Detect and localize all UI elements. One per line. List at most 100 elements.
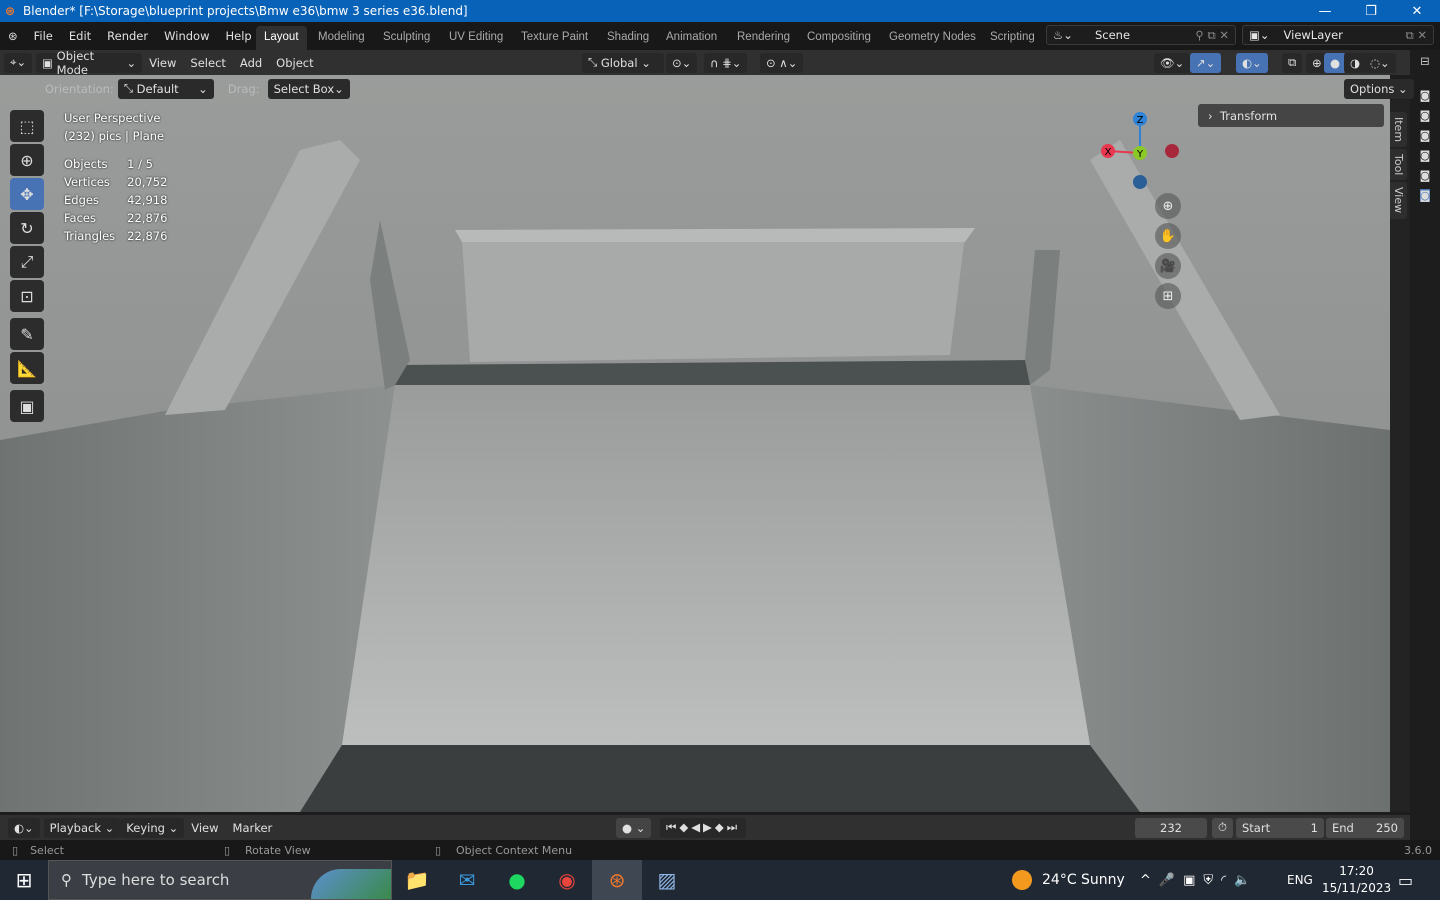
render-icons[interactable]: ◙ ◙ ◙ ◙ ◙ ◙ <box>1410 86 1440 206</box>
menu-marker[interactable]: Marker <box>226 821 280 835</box>
drag-label: Drag: <box>227 81 260 96</box>
xray-toggle-button[interactable]: ⧉ <box>1282 52 1303 73</box>
start-frame-field[interactable]: Start 1 <box>1236 817 1324 838</box>
pan-view-icon[interactable]: ✋ <box>1155 223 1181 249</box>
menu-select[interactable]: Select <box>183 56 232 70</box>
tab-geometry-nodes[interactable]: Geometry Nodes <box>889 29 976 45</box>
add-cube-tool-icon[interactable]: ▣ <box>10 390 44 422</box>
system-tray-icons[interactable]: ^🎤▣⛨◜🔈 <box>1140 873 1258 888</box>
chrome-icon[interactable]: ◉ <box>542 860 592 900</box>
blender-taskbar-icon[interactable]: ⊛ <box>592 860 642 900</box>
tab-uv-editing[interactable]: UV Editing <box>449 29 503 45</box>
tab-rendering[interactable]: Rendering <box>737 29 790 45</box>
pin-icon[interactable]: ⚲ ⧉ ✕ <box>1195 28 1229 43</box>
visibility-button[interactable]: 👁⌄ <box>1154 52 1191 73</box>
menu-edit[interactable]: Edit <box>61 29 99 43</box>
mode-selector[interactable]: ▣ Object Mode ⌄ <box>36 49 143 77</box>
view-layer-selector[interactable]: ▣⌄ ViewLayer ⧉ ✕ <box>1242 25 1434 45</box>
current-frame-field[interactable]: 232 <box>1135 817 1207 838</box>
menu-file[interactable]: File <box>26 29 61 43</box>
outliner-icon[interactable]: ⊟ <box>1410 54 1440 68</box>
minimize-button[interactable]: — <box>1302 0 1348 22</box>
tab-texture-paint[interactable]: Texture Paint <box>521 29 588 45</box>
sidebar-tabs: Item Tool View <box>1390 100 1410 812</box>
drag-dropdown[interactable]: Select Box ⌄ <box>267 78 350 99</box>
options-label: Options <box>1350 81 1395 96</box>
menu-keying[interactable]: Keying ⌄ <box>120 817 185 838</box>
clock[interactable]: 17:20 15/11/2023 <box>1322 863 1391 897</box>
scene-selector[interactable]: ♨⌄ Scene ⚲ ⧉ ✕ <box>1046 25 1236 45</box>
paint-app-icon[interactable]: ▨ <box>642 860 692 900</box>
blender-menu-icon[interactable]: ⊛ <box>0 29 26 43</box>
stat-label: Edges <box>64 193 99 207</box>
shading-material-button[interactable]: ◑ <box>1344 52 1367 73</box>
restore-button[interactable]: ❐ <box>1348 0 1394 22</box>
version-label: 3.6.0 <box>1404 843 1432 857</box>
spotify-icon[interactable]: ● <box>492 860 542 900</box>
taskbar-search-box[interactable]: ⚲ Type here to search <box>48 860 392 900</box>
transform-panel-title: Transform <box>1219 108 1278 123</box>
end-frame-field[interactable]: End 250 <box>1326 817 1404 838</box>
menu-object[interactable]: Object <box>269 56 320 70</box>
stat-label: Objects <box>64 157 108 171</box>
windows-start-icon[interactable]: ⊞ <box>0 860 48 900</box>
menu-add[interactable]: Add <box>233 56 269 70</box>
transform-tool-icon[interactable]: ⊡ <box>10 280 44 312</box>
zoom-view-icon[interactable]: ⊕ <box>1155 193 1181 219</box>
tab-modeling[interactable]: Modeling <box>318 29 365 45</box>
menu-timeline-view[interactable]: View <box>184 821 225 835</box>
scene-name: Scene <box>1094 28 1131 42</box>
tab-sculpting[interactable]: Sculpting <box>383 29 430 45</box>
gizmo-toggle-button[interactable]: ↗⌄ <box>1190 52 1222 73</box>
move-tool-icon[interactable]: ✥ <box>10 178 44 210</box>
menu-render[interactable]: Render <box>99 29 156 43</box>
language-indicator[interactable]: ENG <box>1287 873 1313 887</box>
tab-compositing[interactable]: Compositing <box>807 29 871 45</box>
rotate-tool-icon[interactable]: ↻ <box>10 212 44 244</box>
stopwatch-icon[interactable]: ⏱ <box>1212 817 1233 838</box>
notifications-icon[interactable]: ▭ <box>1398 871 1413 890</box>
close-button[interactable]: ✕ <box>1394 0 1440 22</box>
menu-window[interactable]: Window <box>156 29 217 43</box>
shading-solid-button[interactable]: ● <box>1324 52 1347 73</box>
timeline-editor-type-icon[interactable]: ◐⌄ <box>8 817 40 838</box>
sidebar-tab-item[interactable]: Item <box>1390 112 1407 148</box>
gizmo-neg-x-axis[interactable] <box>1165 144 1179 158</box>
mail-icon[interactable]: ✉ <box>442 860 492 900</box>
annotate-tool-icon[interactable]: ✎ <box>10 318 44 350</box>
editor-type-button[interactable]: ⌖⌄ <box>4 52 33 73</box>
shading-rendered-button[interactable]: ◌⌄ <box>1364 52 1396 73</box>
weather-text[interactable]: 24°C Sunny <box>1042 872 1125 888</box>
overlay-toggle-button[interactable]: ◐⌄ <box>1236 52 1268 73</box>
proportional-edit-button[interactable]: ⊙ ∧⌄ <box>760 52 804 73</box>
transform-panel-header[interactable]: › Transform <box>1198 104 1384 127</box>
menu-help[interactable]: Help <box>217 29 259 43</box>
snap-button[interactable]: ∩ ⋕⌄ <box>704 52 748 73</box>
sidebar-tab-view[interactable]: View <box>1390 182 1407 219</box>
playback-controls[interactable]: ⏮◆◀▶◆⏭ <box>660 817 747 838</box>
cursor-tool-icon[interactable]: ⊕ <box>10 144 44 176</box>
camera-view-icon[interactable]: 🎥 <box>1155 253 1181 279</box>
perspective-toggle-icon[interactable]: ⊞ <box>1155 283 1181 309</box>
transform-orientation-selector[interactable]: ⤡ Global ⌄ <box>582 52 664 73</box>
file-explorer-icon[interactable]: 📁 <box>392 860 442 900</box>
orientation-value: Default <box>136 81 179 96</box>
menu-playback[interactable]: Playback ⌄ <box>43 817 121 838</box>
auto-keying-button[interactable]: ● ⌄ <box>616 817 652 838</box>
orientation-dropdown[interactable]: ⤡ Default ⌄ <box>117 78 214 99</box>
pivot-point-button[interactable]: ⊙⌄ <box>666 52 698 73</box>
menu-view[interactable]: View <box>142 56 183 70</box>
select-box-tool-icon[interactable]: ⬚ <box>10 110 44 142</box>
sidebar-tab-tool[interactable]: Tool <box>1390 149 1407 181</box>
tab-scripting[interactable]: Scripting <box>990 29 1035 45</box>
scale-tool-icon[interactable]: ⤢ <box>10 246 44 278</box>
gizmo-neg-z-axis[interactable] <box>1133 175 1147 189</box>
stat-value: 22,876 <box>127 211 168 225</box>
options-dropdown[interactable]: Options ⌄ <box>1344 78 1414 99</box>
new-view-layer-icon[interactable]: ⧉ ✕ <box>1405 28 1427 43</box>
measure-tool-icon[interactable]: 📐 <box>10 352 44 384</box>
tab-layout[interactable]: Layout <box>256 26 307 50</box>
tab-shading[interactable]: Shading <box>607 29 649 45</box>
tab-animation[interactable]: Animation <box>666 29 717 45</box>
navigation-gizmo[interactable]: Z X Y <box>1095 108 1185 198</box>
